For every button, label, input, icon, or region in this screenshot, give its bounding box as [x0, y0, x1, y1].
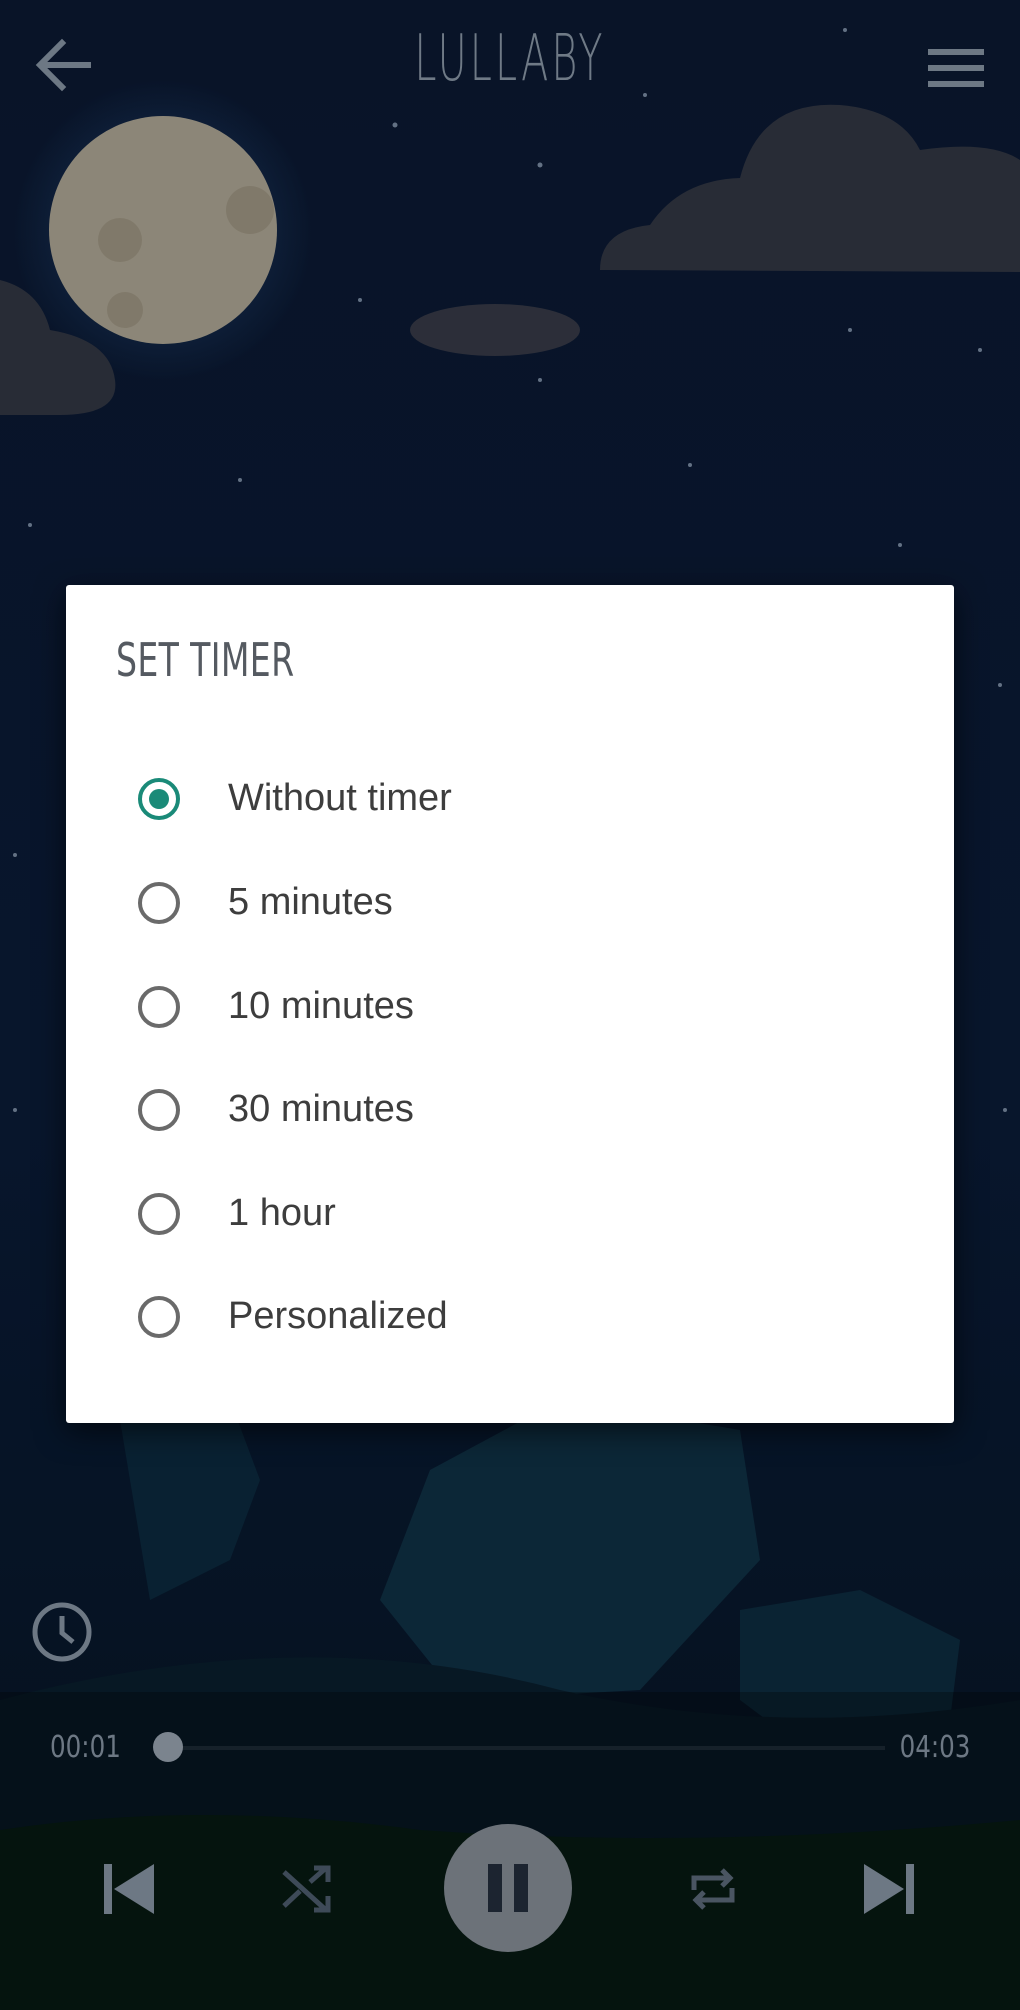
- option-label: Without timer: [228, 777, 452, 819]
- radio-button[interactable]: [138, 1296, 180, 1338]
- menu-button[interactable]: [920, 36, 992, 100]
- option-label: 1 hour: [228, 1192, 336, 1234]
- radio-selected-dot: [149, 789, 169, 809]
- arrow-left-icon: [35, 38, 91, 92]
- top-bar: LULLABY: [0, 0, 1020, 140]
- clock-icon: [32, 1602, 92, 1662]
- next-button[interactable]: [858, 1858, 920, 1920]
- timer-option-10-minutes[interactable]: 10 minutes: [138, 963, 898, 1059]
- radio-button[interactable]: [138, 778, 180, 820]
- pause-button[interactable]: [444, 1824, 572, 1952]
- back-button[interactable]: [28, 30, 98, 100]
- radio-button[interactable]: [138, 1089, 180, 1131]
- timer-option-1-hour[interactable]: 1 hour: [138, 1170, 898, 1266]
- radio-button[interactable]: [138, 882, 180, 924]
- option-label: 10 minutes: [228, 985, 414, 1027]
- radio-button[interactable]: [138, 1193, 180, 1235]
- previous-button[interactable]: [98, 1858, 160, 1920]
- seek-thumb[interactable]: [152, 1732, 183, 1762]
- option-label: Personalized: [228, 1295, 448, 1337]
- repeat-icon: [691, 1868, 735, 1910]
- app-title: LULLABY: [414, 22, 606, 96]
- dialog-title: SET TIMER: [116, 633, 295, 687]
- seek-bar[interactable]: [152, 1732, 885, 1762]
- shuffle-button[interactable]: [278, 1860, 336, 1918]
- option-label: 30 minutes: [228, 1088, 414, 1130]
- total-time: 04:03: [899, 1730, 970, 1765]
- skip-previous-icon: [104, 1864, 154, 1914]
- repeat-button[interactable]: [684, 1860, 742, 1918]
- hamburger-menu-icon: [928, 49, 984, 87]
- timer-option-30-minutes[interactable]: 30 minutes: [138, 1066, 898, 1162]
- shuffle-icon: [282, 1865, 331, 1913]
- timer-option-without-timer[interactable]: Without timer: [138, 755, 898, 851]
- pause-icon: [488, 1864, 528, 1912]
- timer-option-5-minutes[interactable]: 5 minutes: [138, 859, 898, 955]
- current-time: 00:01: [50, 1730, 121, 1765]
- option-label: 5 minutes: [228, 881, 393, 923]
- set-timer-dialog: SET TIMER Without timer 5 minutes 10 min…: [66, 585, 954, 1423]
- timer-button[interactable]: [28, 1598, 96, 1666]
- radio-button[interactable]: [138, 986, 180, 1028]
- skip-next-icon: [864, 1864, 914, 1914]
- timer-option-personalized[interactable]: Personalized: [138, 1273, 898, 1369]
